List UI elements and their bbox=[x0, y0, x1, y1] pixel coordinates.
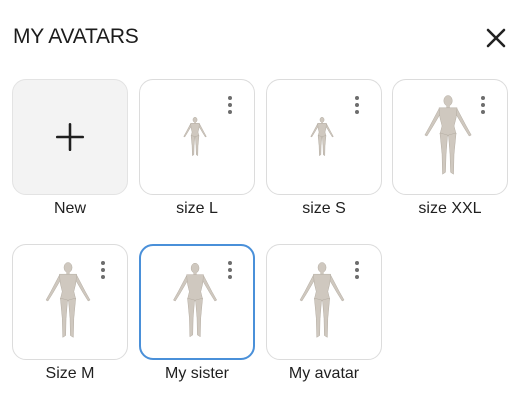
tile-label-size-xxl: size XXL bbox=[418, 200, 482, 217]
avatar-tile-size-l[interactable] bbox=[139, 79, 255, 195]
more-vertical-icon[interactable] bbox=[99, 261, 107, 281]
avatar-tile-my-avatar[interactable] bbox=[266, 244, 382, 360]
tile-label-my-sister: My sister bbox=[165, 365, 229, 382]
avatar-figure-icon bbox=[183, 117, 207, 157]
avatar-figure-icon bbox=[424, 95, 472, 175]
avatar-figure-icon bbox=[310, 117, 334, 157]
tile-label-size-m: Size M bbox=[45, 365, 95, 382]
avatar-grid: New size L size S size XXL Size M My sis… bbox=[0, 0, 528, 412]
avatar-tile-size-s[interactable] bbox=[266, 79, 382, 195]
tile-label-new: New bbox=[53, 200, 86, 217]
avatar-figure-icon bbox=[45, 262, 91, 338]
more-vertical-icon[interactable] bbox=[479, 96, 487, 116]
more-vertical-icon[interactable] bbox=[353, 261, 361, 281]
plus-icon bbox=[55, 122, 85, 152]
more-vertical-icon[interactable] bbox=[226, 96, 234, 116]
avatar-tile-size-xxl[interactable] bbox=[392, 79, 508, 195]
new-avatar-tile[interactable] bbox=[12, 79, 128, 195]
avatar-figure-icon bbox=[173, 262, 218, 338]
tile-label-size-s: size S bbox=[302, 200, 346, 217]
tile-label-my-avatar: My avatar bbox=[288, 365, 360, 382]
more-vertical-icon[interactable] bbox=[353, 96, 361, 116]
avatar-tile-size-m[interactable] bbox=[12, 244, 128, 360]
avatar-tile-my-sister[interactable] bbox=[139, 244, 255, 360]
more-vertical-icon[interactable] bbox=[226, 261, 234, 281]
tile-label-size-l: size L bbox=[176, 200, 218, 217]
avatar-figure-icon bbox=[299, 262, 345, 338]
